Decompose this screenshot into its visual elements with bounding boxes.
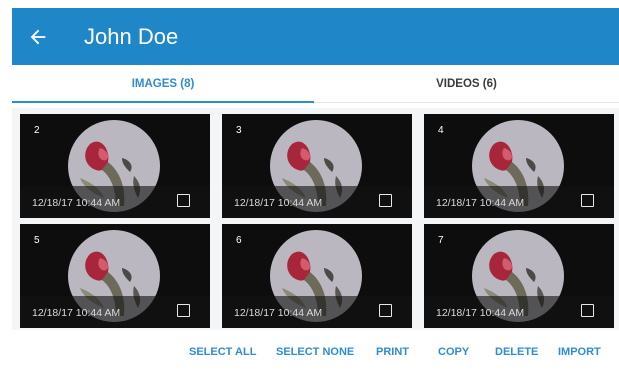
thumbnail-footer: 12/18/17 10:44 AM (222, 186, 412, 218)
image-thumbnail[interactable]: 2 12/18/17 10:44 AM (20, 114, 210, 218)
tab-videos[interactable]: VIDEOS (6) (314, 65, 619, 103)
select-checkbox[interactable] (379, 194, 392, 207)
page-title: John Doe (84, 23, 179, 49)
select-checkbox[interactable] (177, 304, 190, 317)
image-number: 2 (34, 125, 40, 136)
image-thumbnail[interactable]: 4 12/18/17 10:44 AM (424, 114, 614, 218)
thumbnail-footer: 12/18/17 10:44 AM (424, 186, 614, 218)
image-thumbnail[interactable]: 6 12/18/17 10:44 AM (222, 224, 412, 328)
tab-images[interactable]: IMAGES (8) (12, 65, 314, 103)
select-all-button[interactable]: SELECT ALL (189, 346, 256, 358)
image-number: 4 (438, 125, 444, 136)
print-button[interactable]: PRINT (376, 346, 409, 358)
image-timestamp: 12/18/17 10:44 AM (436, 307, 525, 319)
action-bar: SELECT ALL SELECT NONE PRINT COPY DELETE… (12, 338, 619, 368)
thumbnail-footer: 12/18/17 10:44 AM (20, 186, 210, 218)
thumbnail-footer: 12/18/17 10:44 AM (20, 296, 210, 328)
app-window: John Doe IMAGES (8) VIDEOS (6) 2 12/18/1… (0, 0, 619, 370)
copy-button[interactable]: COPY (438, 346, 469, 358)
image-thumbnail[interactable]: 3 12/18/17 10:44 AM (222, 114, 412, 218)
image-timestamp: 12/18/17 10:44 AM (32, 197, 121, 209)
app-bar: John Doe (12, 8, 619, 65)
image-timestamp: 12/18/17 10:44 AM (436, 197, 525, 209)
select-checkbox[interactable] (379, 304, 392, 317)
select-checkbox[interactable] (581, 194, 594, 207)
image-timestamp: 12/18/17 10:44 AM (234, 197, 323, 209)
image-thumbnail[interactable]: 7 12/18/17 10:44 AM (424, 224, 614, 328)
tab-indicator (12, 101, 314, 103)
select-checkbox[interactable] (177, 194, 190, 207)
image-timestamp: 12/18/17 10:44 AM (234, 307, 323, 319)
image-number: 7 (438, 235, 444, 246)
arrow-left-icon (30, 29, 46, 44)
select-none-button[interactable]: SELECT NONE (276, 346, 354, 358)
thumbnail-footer: 12/18/17 10:44 AM (222, 296, 412, 328)
thumbnail-footer: 12/18/17 10:44 AM (424, 296, 614, 328)
image-timestamp: 12/18/17 10:44 AM (32, 307, 121, 319)
image-thumbnail[interactable]: 5 12/18/17 10:44 AM (20, 224, 210, 328)
image-number: 6 (236, 235, 242, 246)
delete-button[interactable]: DELETE (495, 346, 538, 358)
media-tabs: IMAGES (8) VIDEOS (6) (12, 65, 619, 103)
image-number: 3 (236, 125, 242, 136)
back-button[interactable] (12, 8, 64, 65)
select-checkbox[interactable] (581, 304, 594, 317)
image-grid: 2 12/18/17 10:44 AM 3 12/18/17 10:44 AM … (12, 108, 619, 330)
import-button[interactable]: IMPORT (558, 346, 601, 358)
image-number: 5 (34, 235, 40, 246)
